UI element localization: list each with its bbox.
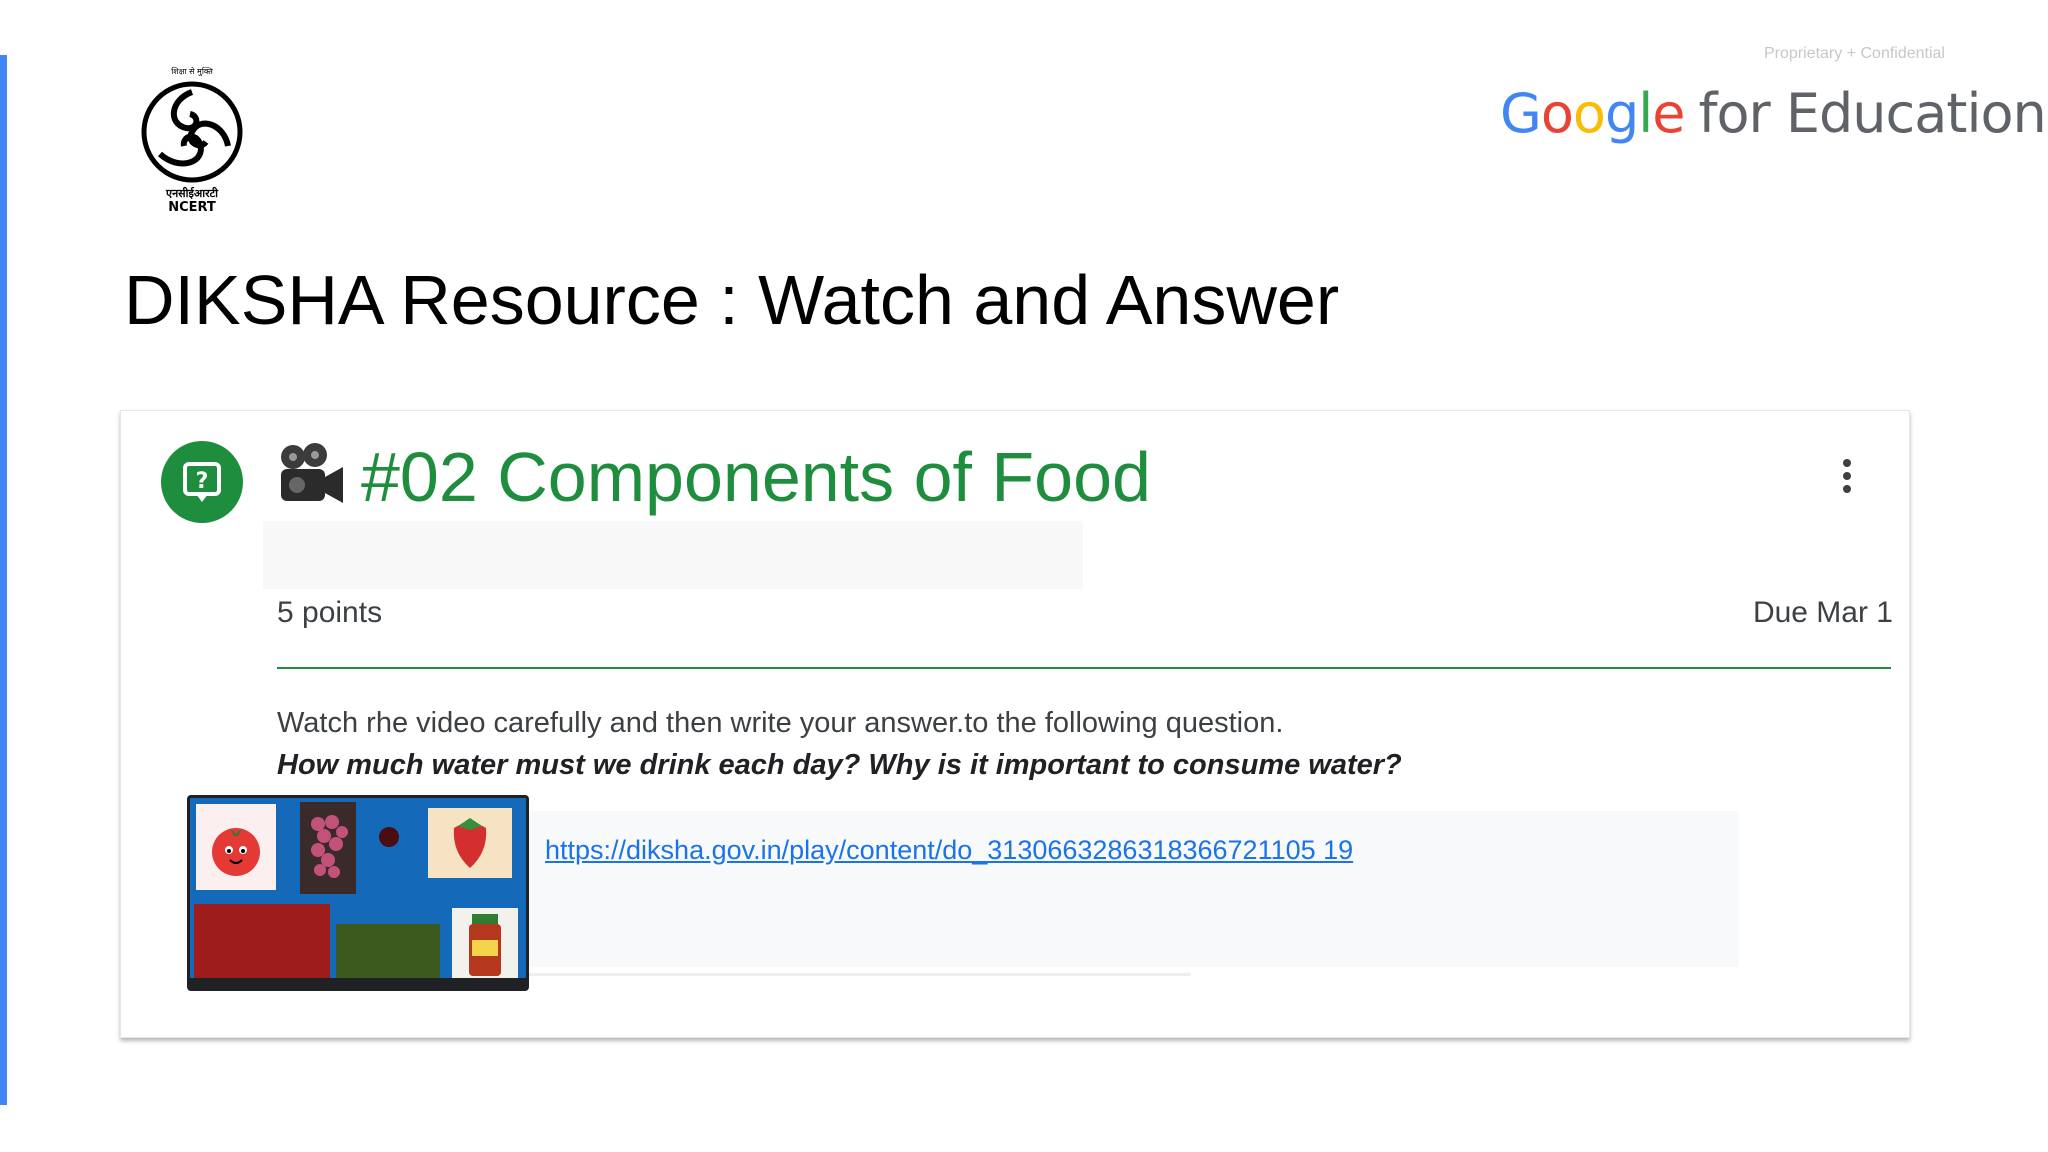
ncert-top-text: शिक्षा से मुक्ति [171,67,213,76]
movie-camera-icon [281,443,343,503]
attachment-underline [521,973,1191,976]
left-accent-bar [0,55,7,1105]
more-vert-icon[interactable] [1837,459,1857,503]
due-date-label: Due Mar 1 [1752,596,1893,629]
instructions-text: Watch rhe video carefully and then write… [277,707,1284,739]
logo-letter: g [1604,82,1639,145]
pickle-jar-icon [469,914,501,976]
svg-text:?: ? [196,469,209,494]
logo-for-education-text: for Education [1698,82,2046,145]
cherry-icon [379,827,399,847]
ncert-name-text: NCERT [168,200,216,215]
logo-letter: G [1500,82,1542,145]
confidential-label: Proprietary + Confidential [1764,45,1945,62]
tomato-character-icon [212,828,260,876]
assignment-card[interactable]: ? #02 Components of Food 5 points Due Ma… [120,410,1910,1038]
logo-letter: e [1652,82,1685,145]
cooked-food-image [194,904,330,984]
logo-letter: o [1572,82,1606,145]
video-controls-bar [190,978,526,988]
logo-letter: l [1638,82,1653,145]
assignment-question-icon: ? [161,441,243,523]
diksha-resource-link[interactable]: https://diksha.gov.in/play/content/do_31… [545,835,1353,866]
slide-title: DIKSHA Resource : Watch and Answer [124,261,1340,339]
grapes-icon [311,815,348,878]
logo-letter: o [1540,82,1574,145]
ncert-logo: शिक्षा से मुक्ति एनसीईआरटी NCERT [136,66,248,218]
google-for-education-logo: Google for Education [1500,82,2047,145]
blurred-subtitle [263,521,1083,589]
video-thumbnail[interactable] [187,795,529,991]
ncert-emblem-icon [141,81,243,183]
vegetables-image [336,924,440,982]
strawberry-icon [453,818,487,868]
ncert-hindi-text: एनसीईआरटी [165,187,218,200]
assignment-title[interactable]: #02 Components of Food [361,437,1151,517]
points-label: 5 points [277,596,383,629]
question-text: How much water must we drink each day? W… [277,749,1402,781]
header-divider [277,667,1891,669]
